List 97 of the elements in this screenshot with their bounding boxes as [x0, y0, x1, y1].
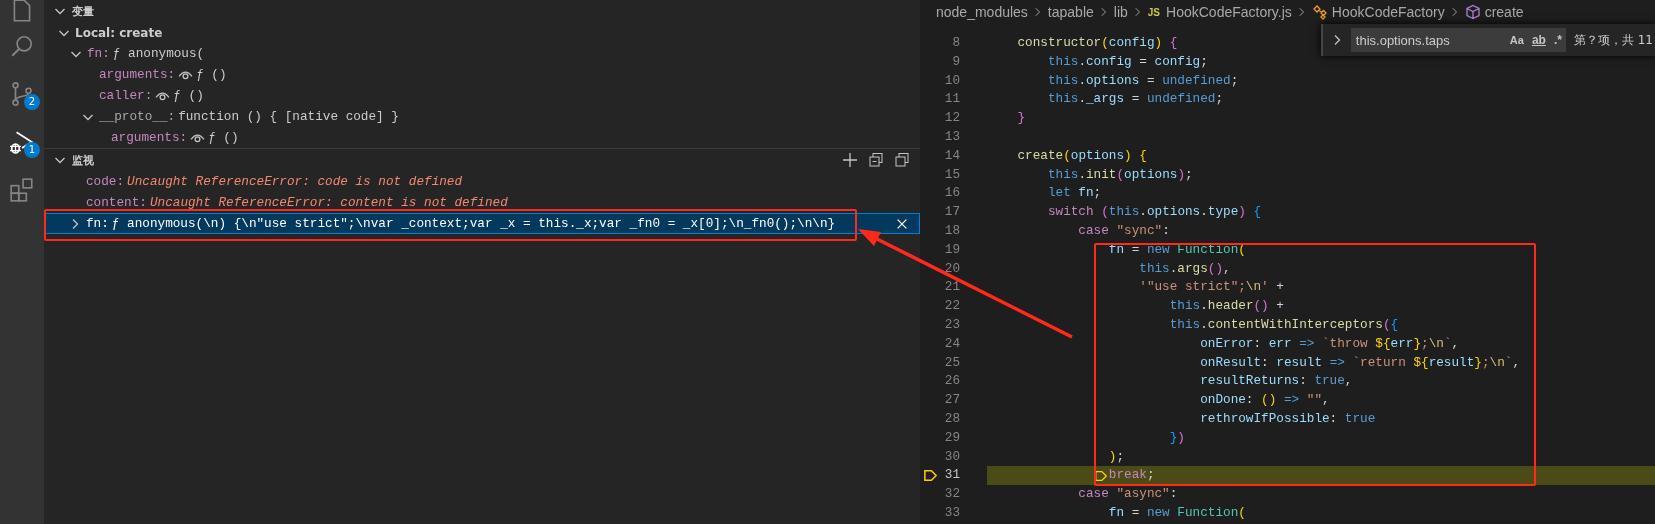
line-number: 20 [944, 259, 960, 278]
line-number: 16 [944, 184, 960, 203]
find-option-button[interactable]: Aa [1505, 28, 1528, 52]
find-input[interactable]: this.options.taps [1350, 28, 1506, 52]
code-line: onResult: result => `return ${result};\n`, [1200, 354, 1521, 370]
line-number: 13 [944, 128, 960, 146]
current-frame-arrow-icon [923, 468, 938, 484]
code-line: }) [1169, 429, 1185, 445]
line-number: 19 [944, 240, 960, 259]
code-line: this.init(options); [1047, 166, 1193, 182]
plus-icon[interactable] [842, 152, 858, 168]
watch-value: ƒ anonymous(\n) {\n"use strict";\nvar _context;var _x = this._x;var _fn0 = _x[0];\n_fn0();\n\n} [111, 216, 836, 231]
variable-value: ƒ () [173, 88, 204, 103]
breadcrumb-item[interactable]: node_modules [936, 4, 1028, 20]
code-line: break; [1108, 467, 1155, 483]
line-number: 30 [944, 447, 960, 466]
code-line: switch (this.options.type) { [1047, 204, 1262, 220]
eye-icon[interactable] [178, 69, 194, 80]
variable-name: caller: [99, 88, 153, 103]
variable-name: arguments: [99, 67, 176, 82]
code-line: this.options = undefined; [1047, 72, 1239, 88]
remove-all-icon[interactable] [894, 152, 910, 168]
code-line: this.args(), [1139, 260, 1231, 276]
current-frame-arrow-icon [1093, 468, 1108, 483]
breadcrumb-item[interactable]: create [1484, 4, 1524, 20]
variable-value: ƒ anonymous( [112, 46, 205, 61]
line-number: 14 [944, 146, 960, 165]
code-line: fn = new Function( [1108, 504, 1246, 520]
code-line: resultReturns: true, [1200, 373, 1353, 389]
line-number: 28 [944, 409, 960, 428]
variable-value: ƒ () [208, 130, 239, 145]
variable-value: function () { [native code] } [178, 109, 399, 124]
eye-icon[interactable] [155, 90, 171, 101]
breadcrumb-item[interactable]: HookCodeFactory.js [1166, 4, 1292, 20]
variable-name: fn: [87, 46, 110, 61]
line-number: 17 [944, 203, 960, 222]
line-number: 31 [944, 466, 960, 485]
code-line: case "sync": [1078, 222, 1170, 238]
count-badge: 1 [24, 142, 40, 158]
line-number: 11 [944, 90, 960, 109]
error-message: Uncaught ReferenceError: content is not defined [149, 195, 508, 210]
code-line: case "async": [1078, 486, 1178, 502]
line-number: 29 [944, 428, 960, 447]
variable-name: __proto__: [99, 109, 176, 124]
variable-name: arguments: [111, 130, 188, 145]
code-line: '"use strict";\n' + [1139, 279, 1284, 295]
cube-icon [1464, 4, 1481, 20]
line-number: 22 [944, 297, 960, 316]
line-number: 25 [944, 353, 960, 372]
find-option-button[interactable]: ab [1527, 28, 1550, 52]
code-line: onError: err => `throw ${err};\n`, [1200, 335, 1460, 351]
breadcrumb-item[interactable]: HookCodeFactory [1331, 4, 1445, 20]
scope-label[interactable]: Local: create [75, 25, 163, 40]
run-debug-icon[interactable] [9, 129, 35, 155]
code-line: this._args = undefined; [1047, 91, 1224, 107]
extensions-icon[interactable] [9, 177, 35, 203]
count-badge: 2 [24, 94, 40, 110]
code-line: ); [1108, 448, 1125, 464]
source-control-icon[interactable] [9, 81, 35, 107]
js-file-icon: JS [1147, 6, 1161, 18]
watch-name: content: [86, 195, 147, 210]
watch-name: fn: [86, 216, 109, 231]
line-number: 15 [944, 165, 960, 184]
class-icon [1311, 4, 1328, 20]
search-icon[interactable] [9, 33, 35, 59]
collapse-all-icon[interactable] [868, 152, 884, 168]
code-line: let fn; [1047, 185, 1102, 201]
code-line: this.config = config; [1047, 53, 1208, 69]
line-number: 12 [944, 109, 960, 128]
line-number: 27 [944, 391, 960, 410]
code-line: create(options) { [1017, 147, 1147, 163]
watch-item[interactable]: fn: ƒ anonymous(\n) {\n"use strict";\nvar _context;var _x = this._x;var _fn0 = _x[0];\n_fn0();\n\n} [44, 213, 920, 234]
code-line: this.header() + [1169, 298, 1284, 314]
line-number: 21 [944, 278, 960, 297]
code-line: } [1017, 110, 1026, 126]
breadcrumb-item[interactable]: tapable [1047, 4, 1094, 20]
line-number: 24 [944, 334, 960, 353]
line-number: 18 [944, 221, 960, 240]
match-count: 第？项，共 11 [1573, 31, 1653, 49]
line-number: 32 [944, 485, 960, 504]
variable-value: ƒ () [196, 67, 227, 82]
code-line: this.contentWithInterceptors({ [1169, 316, 1399, 332]
line-number: 10 [944, 71, 960, 90]
line-number: 9 [952, 52, 960, 71]
section-title[interactable]: 监视 [72, 152, 94, 168]
line-number: 33 [944, 503, 960, 522]
line-number: 23 [944, 315, 960, 334]
breadcrumb-item[interactable]: lib [1113, 4, 1128, 20]
code-line: onDone: () => "", [1200, 392, 1330, 408]
line-number: 26 [944, 372, 960, 391]
eye-icon[interactable] [190, 132, 206, 143]
code-line: rethrowIfPossible: true [1200, 410, 1376, 426]
code-line: constructor(config) { [1017, 35, 1178, 50]
line-number: 8 [952, 34, 960, 52]
watch-name: code: [86, 174, 125, 189]
error-message: Uncaught ReferenceError: code is not defined [127, 174, 463, 189]
section-title[interactable]: 变量 [72, 3, 94, 19]
